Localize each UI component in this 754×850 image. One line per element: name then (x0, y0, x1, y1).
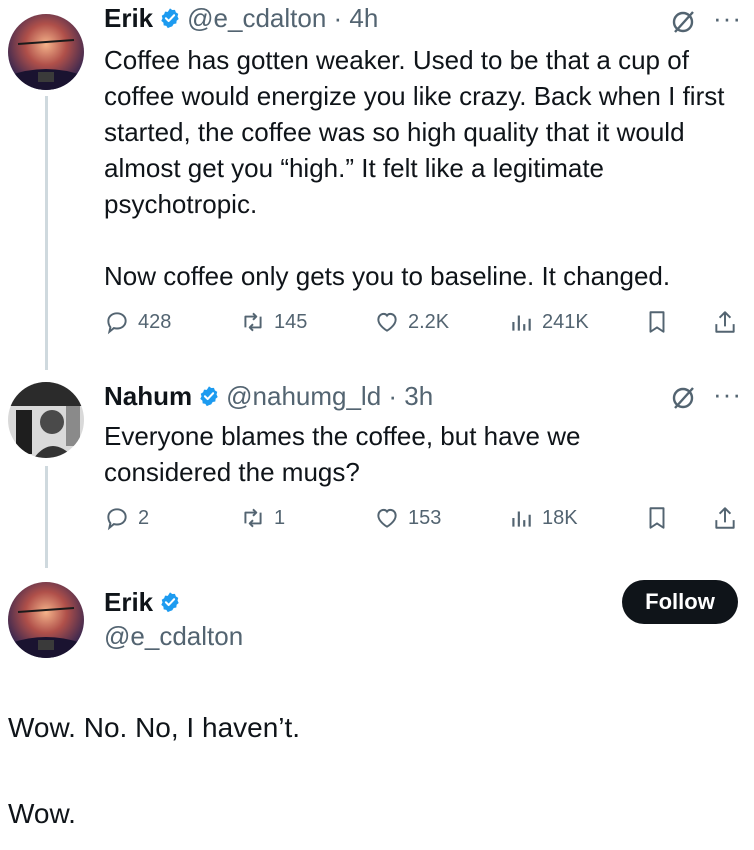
more-icon[interactable]: ··· (713, 5, 742, 31)
share-button[interactable] (712, 505, 738, 531)
grok-icon[interactable] (669, 384, 697, 412)
views-count: 18K (542, 506, 578, 529)
like-count: 2.2K (408, 310, 450, 333)
reply-icon (107, 508, 127, 531)
action-bar: 2 1 153 18K (104, 502, 744, 534)
tweet-text: Coffee has gotten weaker. Used to be tha… (104, 42, 744, 294)
author-name[interactable]: Erik (104, 2, 153, 34)
tweet-top-icons: ··· (669, 5, 742, 36)
author-handle-row: @e_cdalton (104, 620, 243, 652)
bookmark-button[interactable] (644, 309, 670, 335)
handle-time: @nahumg_ld · 3h (226, 381, 434, 411)
avatar[interactable] (8, 14, 84, 90)
views-button[interactable]: 18K (508, 505, 578, 531)
tweet-top-icons: ··· (669, 381, 742, 412)
more-icon[interactable]: ··· (713, 381, 742, 407)
like-icon (377, 312, 397, 332)
thread-line (45, 466, 48, 568)
views-count: 241K (542, 310, 589, 333)
verified-badge-icon (200, 386, 218, 407)
reply-icon (107, 312, 127, 335)
reply-button[interactable]: 2 (104, 505, 149, 531)
main-tweet-line: Wow. (8, 798, 76, 829)
grok-icon[interactable] (669, 8, 697, 36)
like-count: 153 (408, 506, 442, 529)
bookmark-icon (649, 311, 665, 333)
like-button[interactable]: 2.2K (374, 309, 449, 335)
action-bar: 428 145 2.2K 241K (104, 306, 744, 338)
handle-time: @e_cdalton · 4h (187, 3, 379, 33)
tweet-header: Erik @e_cdalton · 4h (104, 2, 378, 34)
author-name[interactable]: Nahum (104, 380, 192, 412)
repost-icon (244, 508, 262, 528)
reply-button[interactable]: 428 (104, 309, 171, 335)
verified-badge-icon (161, 8, 179, 29)
tweet-text: Everyone blames the coffee, but have we … (104, 418, 664, 490)
verified-badge-icon (161, 592, 179, 613)
main-tweet-line: Wow. No. No, I haven’t. (8, 712, 301, 743)
tweet-header: Nahum @nahumg_ld · 3h (104, 380, 433, 412)
avatar[interactable] (8, 382, 84, 458)
repost-icon (244, 312, 262, 332)
reply-count: 2 (138, 506, 150, 529)
tweet-paragraph: Coffee has gotten weaker. Used to be tha… (104, 45, 725, 219)
share-icon (715, 311, 735, 333)
like-icon (377, 508, 397, 528)
bookmark-button[interactable] (644, 505, 670, 531)
share-icon (715, 507, 735, 529)
repost-count: 145 (274, 310, 308, 333)
thread-line (45, 96, 48, 370)
follow-button[interactable]: Follow (622, 580, 738, 624)
repost-button[interactable]: 145 (240, 309, 307, 335)
repost-button[interactable]: 1 (240, 505, 285, 531)
tweet-paragraph: Everyone blames the coffee, but have we … (104, 421, 581, 487)
views-icon (512, 315, 531, 331)
author-name[interactable]: Erik (104, 586, 153, 618)
reply-count: 428 (138, 310, 172, 333)
bookmark-icon (649, 507, 665, 529)
share-button[interactable] (712, 309, 738, 335)
repost-count: 1 (274, 506, 286, 529)
avatar[interactable] (8, 582, 84, 658)
views-icon (512, 511, 531, 527)
tweet-paragraph: Now coffee only gets you to baseline. It… (104, 261, 671, 291)
views-button[interactable]: 241K (508, 309, 589, 335)
tweet-header: Erik (104, 586, 187, 618)
author-handle[interactable]: @e_cdalton (104, 620, 243, 652)
like-button[interactable]: 153 (374, 505, 441, 531)
